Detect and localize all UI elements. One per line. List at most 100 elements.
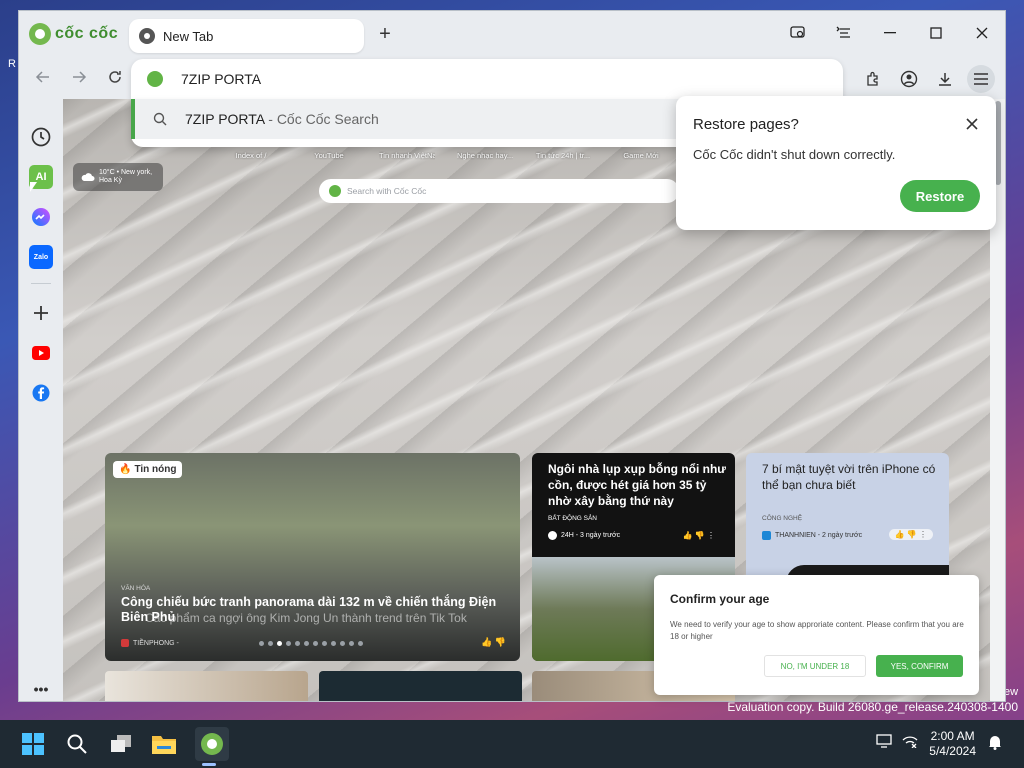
toolbar: 7ZIP PORTA: [19, 59, 1005, 99]
facebook-icon[interactable]: [29, 381, 53, 405]
address-bar[interactable]: 7ZIP PORTA: [131, 59, 843, 99]
source-name: TIỀNPHONG -: [133, 639, 179, 647]
extensions-icon[interactable]: [859, 65, 887, 93]
youtube-icon[interactable]: [29, 341, 53, 365]
file-explorer-icon[interactable]: [150, 730, 178, 758]
shortcut-item[interactable]: Nghe nhạc hay...: [457, 151, 513, 160]
history-icon[interactable]: [29, 125, 53, 149]
close-icon[interactable]: [966, 114, 978, 135]
hot-news-badge: 🔥 Tin nóng: [113, 461, 183, 478]
carousel-dot[interactable]: [268, 641, 273, 646]
news-thumbnail[interactable]: [319, 671, 522, 701]
flame-icon: 🔥: [119, 464, 132, 475]
search-placeholder: Search with Cốc Cốc: [347, 186, 427, 196]
carousel-dot[interactable]: [349, 641, 354, 646]
restore-pages-dialog: Restore pages? Cốc Cốc didn't shut down …: [676, 96, 996, 230]
forward-button[interactable]: [67, 67, 91, 91]
close-window-button[interactable]: [959, 19, 1005, 47]
like-dislike-icons[interactable]: 👍 👎 ⋮: [888, 529, 933, 540]
dialog-title: Confirm your age: [670, 592, 770, 606]
coccoc-logo-icon: [329, 185, 341, 197]
news-source: TIỀNPHONG -: [121, 639, 179, 647]
news-category: VĂN HÓA: [121, 585, 151, 592]
more-options-icon[interactable]: •••: [29, 677, 53, 701]
mouse-cursor-icon: [30, 182, 37, 192]
shortcut-item[interactable]: YouTube: [301, 151, 357, 160]
carousel-dot[interactable]: [340, 641, 345, 646]
minimize-button[interactable]: [867, 19, 913, 47]
evaluation-watermark: Evaluation copy. Build 26080.ge_release.…: [727, 700, 1018, 714]
screen-capture-icon[interactable]: [775, 19, 821, 47]
new-tab-button[interactable]: +: [375, 24, 395, 45]
carousel-dot[interactable]: [259, 641, 264, 646]
confirm-age-button[interactable]: YES, CONFIRM: [876, 655, 963, 677]
like-dislike-icons[interactable]: 👍 👎: [481, 637, 506, 648]
news-thumbnail[interactable]: [105, 671, 308, 701]
reload-button[interactable]: [103, 67, 127, 91]
carousel-dot[interactable]: [331, 641, 336, 646]
notification-bell-icon[interactable]: [988, 734, 1002, 753]
profile-icon[interactable]: [895, 65, 923, 93]
badge-label: Tin nóng: [134, 464, 177, 475]
age-confirm-dialog: Confirm your age We need to verify your …: [654, 575, 979, 695]
suggestion-text: 7ZIP PORTA - Cốc Cốc Search: [185, 111, 379, 127]
news-headline-transition: Các phẩm ca ngợi ông Kim Jong Un thành t…: [145, 611, 467, 625]
suggestion-source: - Cốc Cốc Search: [264, 111, 379, 127]
carousel-dot[interactable]: [286, 641, 291, 646]
shortcut-item[interactable]: Tin tức 24h | tr...: [535, 151, 591, 160]
zalo-icon[interactable]: Zalo: [29, 245, 53, 269]
network-icon[interactable]: [902, 734, 918, 751]
coccoc-logo-icon: [29, 23, 51, 45]
sidebar-divider: [31, 283, 51, 284]
shortcut-item[interactable]: Tin nhanh ViệtNam...: [379, 151, 435, 160]
restore-button[interactable]: Restore: [900, 180, 980, 212]
menu-icon[interactable]: [967, 65, 995, 93]
news-headline[interactable]: Ngôi nhà lụp xụp bỗng nổi như cồn, được …: [548, 461, 728, 509]
shortcut-item[interactable]: Index of /: [223, 151, 279, 160]
shortcut-item[interactable]: Game Mới: [613, 151, 669, 160]
start-button[interactable]: [19, 730, 47, 758]
news-card-featured[interactable]: 🔥 Tin nóng VĂN HÓA Công chiếu bức tranh p…: [105, 453, 520, 661]
tab-favicon-icon: [139, 28, 155, 44]
taskbar: 2:00 AM 5/4/2024: [0, 720, 1024, 768]
news-source: THANHNIEN - 2 ngày trước: [762, 531, 862, 540]
back-button[interactable]: [31, 67, 55, 91]
maximize-button[interactable]: [913, 19, 959, 47]
address-input[interactable]: 7ZIP PORTA: [181, 71, 261, 87]
source-logo-icon: [548, 531, 557, 540]
news-category: CÔNG NGHỆ: [762, 515, 803, 522]
under-18-button[interactable]: NO, I'M UNDER 18: [764, 655, 866, 677]
task-view-icon[interactable]: [107, 730, 135, 758]
shortcut-bar: Index of / YouTube Tin nhanh ViệtNam... …: [223, 151, 669, 160]
tab-switch-icon[interactable]: [821, 19, 867, 47]
like-dislike-icons[interactable]: 👍 👎 ⋮: [683, 531, 715, 540]
search-icon: [153, 112, 167, 126]
desktop-text-fragment-right: ew: [1004, 686, 1019, 698]
coccoc-taskbar-icon[interactable]: [195, 727, 229, 761]
dialog-message: We need to verify your age to show appro…: [670, 620, 964, 641]
messenger-icon[interactable]: [29, 205, 53, 229]
carousel-dot-active[interactable]: [277, 641, 282, 646]
system-clock[interactable]: 2:00 AM 5/4/2024: [929, 729, 976, 759]
source-logo-icon: [121, 639, 129, 647]
carousel-dot[interactable]: [304, 641, 309, 646]
news-headline[interactable]: 7 bí mật tuyệt vời trên iPhone có thể bạ…: [762, 461, 942, 493]
carousel-dot[interactable]: [295, 641, 300, 646]
download-icon[interactable]: [931, 65, 959, 93]
news-source: 24H - 3 ngày trước: [548, 531, 620, 540]
carousel-dot[interactable]: [358, 641, 363, 646]
add-panel-icon[interactable]: [29, 301, 53, 325]
desktop-text-fragment: R: [8, 58, 16, 70]
weather-widget[interactable]: 10°C • New york, Hoa Kỳ: [73, 163, 163, 191]
carousel-dots: [259, 641, 363, 646]
carousel-dot[interactable]: [322, 641, 327, 646]
source-name: 24H - 3 ngày trước: [561, 532, 621, 539]
display-icon[interactable]: [876, 734, 892, 751]
tab-new-tab[interactable]: New Tab: [129, 19, 364, 53]
search-icon[interactable]: [63, 730, 91, 758]
page-search-box[interactable]: Search with Cốc Cốc: [319, 179, 679, 203]
sidebar: AI Zalo •••: [19, 99, 63, 701]
news-category: BẤT ĐỘNG SẢN: [548, 515, 598, 522]
browser-logo[interactable]: cốc cốc: [29, 23, 118, 45]
carousel-dot[interactable]: [313, 641, 318, 646]
